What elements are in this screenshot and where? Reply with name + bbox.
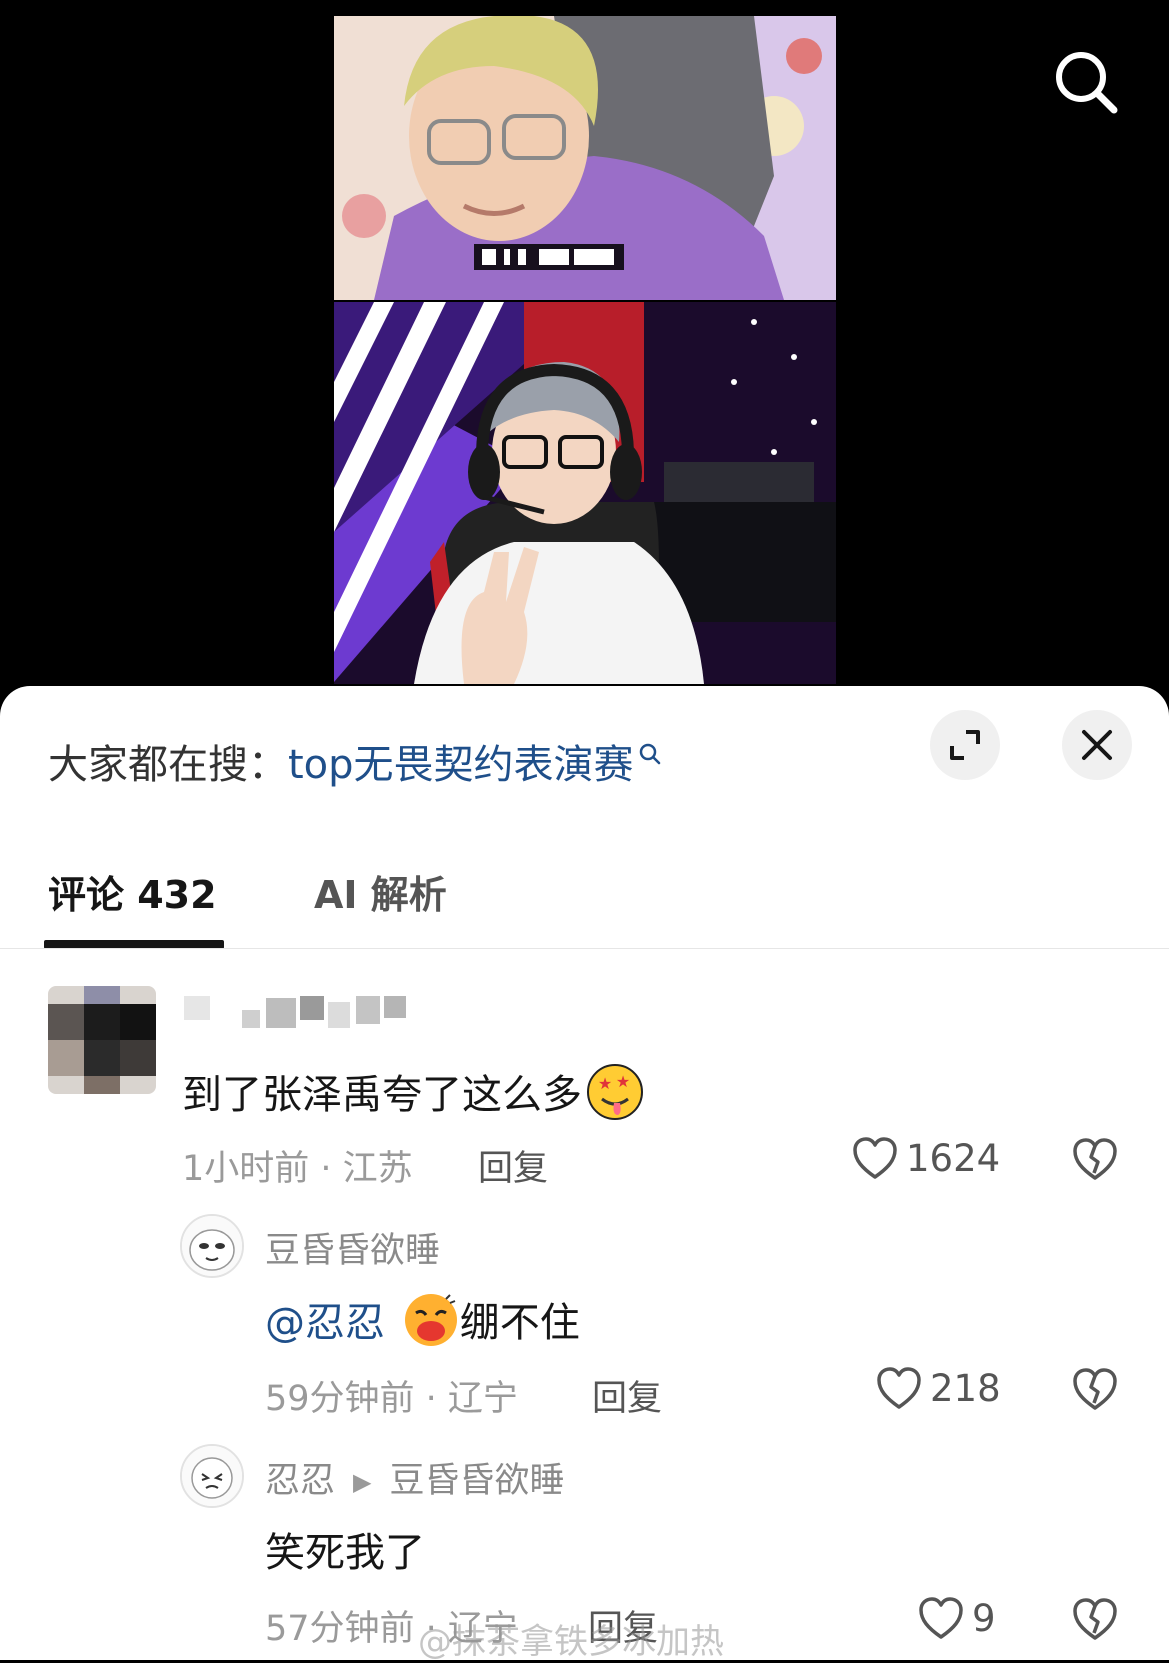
drooling-star-eyes-emoji: ★ ★ xyxy=(586,1063,644,1131)
watermark: @抹茶拿铁多冰加热 xyxy=(418,1622,724,1662)
like-count: 9 xyxy=(972,1596,996,1640)
broken-heart-icon xyxy=(1073,1598,1117,1640)
reply-username[interactable]: 豆昏昏欲睡 xyxy=(265,1222,440,1273)
reply-username[interactable]: 忍忍 xyxy=(265,1461,335,1501)
dislike-button[interactable] xyxy=(1072,1597,1118,1645)
reply-username-line: 忍忍 ▶ 豆昏昏欲睡 xyxy=(265,1452,565,1503)
comment-sheet: 大家都在搜：top无畏契约表演赛 评论 432 AI 解析 到了张泽禹夸了这么多… xyxy=(0,686,1169,1660)
video-frame-streamer xyxy=(334,16,836,300)
reply-to-arrow-icon: ▶ xyxy=(353,1468,372,1496)
reply-mention-link[interactable]: @忍忍 xyxy=(265,1300,385,1346)
reply-text: @忍忍 绷不住 xyxy=(265,1290,580,1359)
trending-prefix: 大家都在搜： xyxy=(48,742,288,788)
reply-time-location: 59分钟前 · 辽宁 xyxy=(265,1379,518,1419)
expand-icon xyxy=(950,730,980,760)
reply-avatar[interactable] xyxy=(180,1214,244,1278)
svg-text:★: ★ xyxy=(598,1074,612,1093)
close-button[interactable] xyxy=(1062,710,1132,780)
tab-comments[interactable]: 评论 432 xyxy=(48,864,217,919)
reply-text: 笑死我了 xyxy=(265,1530,425,1576)
video-frame-player xyxy=(334,302,836,684)
dislike-button[interactable] xyxy=(1072,1137,1118,1185)
reply-button[interactable]: 回复 xyxy=(478,1140,548,1191)
like-button[interactable]: 9 xyxy=(918,1596,996,1640)
like-button[interactable]: 1624 xyxy=(852,1136,1000,1180)
heart-icon xyxy=(853,1137,897,1179)
trending-query[interactable]: top无畏契约表演赛 xyxy=(288,742,634,788)
close-icon xyxy=(1082,730,1112,760)
reply-text-body: 绷不住 xyxy=(459,1300,580,1346)
kiss-emoji xyxy=(402,1291,460,1359)
search-icon xyxy=(638,730,662,776)
broken-heart-icon xyxy=(1073,1138,1117,1180)
tab-ai-analysis[interactable]: AI 解析 xyxy=(314,864,447,919)
video-player[interactable] xyxy=(0,0,1169,690)
avatar[interactable] xyxy=(48,986,156,1094)
reply-button[interactable]: 回复 xyxy=(592,1370,662,1421)
trending-search-link[interactable]: 大家都在搜：top无畏契约表演赛 xyxy=(48,732,662,790)
username-redacted xyxy=(184,992,414,1032)
comment-text-body: 到了张泽禹夸了这么多 xyxy=(182,1072,582,1118)
heart-icon xyxy=(877,1367,921,1409)
tab-divider xyxy=(0,948,1169,949)
expand-button[interactable] xyxy=(930,710,1000,780)
heart-icon xyxy=(919,1597,963,1639)
like-count: 218 xyxy=(930,1366,1001,1410)
svg-text:★: ★ xyxy=(616,1072,630,1091)
dislike-button[interactable] xyxy=(1072,1367,1118,1415)
like-button[interactable]: 218 xyxy=(876,1366,1001,1410)
broken-heart-icon xyxy=(1073,1368,1117,1410)
like-count: 1624 xyxy=(906,1136,1001,1180)
reply-to-username[interactable]: 豆昏昏欲睡 xyxy=(389,1461,564,1501)
search-icon xyxy=(1056,52,1118,114)
search-button[interactable] xyxy=(1050,46,1122,118)
comment-text: 到了张泽禹夸了这么多 ★ ★ xyxy=(182,1062,644,1131)
comment-time-location: 1小时前 · 江苏 xyxy=(182,1149,413,1189)
reply-avatar[interactable] xyxy=(180,1444,244,1508)
